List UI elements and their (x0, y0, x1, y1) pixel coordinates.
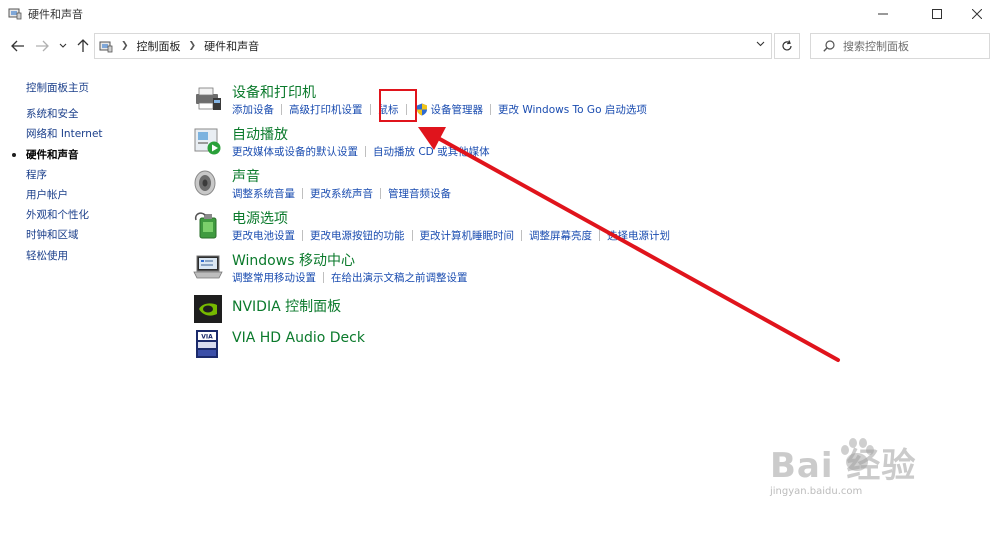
category-links: 添加设备 高级打印机设置 鼠标 设备管理器 更改 Windows To Go 启… (232, 102, 647, 117)
sidebar-item-hardware-sound[interactable]: 硬件和声音 (12, 145, 176, 165)
category-links: 调整常用移动设置 在给出演示文稿之前调整设置 (232, 270, 468, 285)
link-power-plan[interactable]: 选择电源计划 (607, 228, 670, 243)
link-windows-to-go[interactable]: 更改 Windows To Go 启动选项 (498, 102, 647, 117)
breadcrumb-control-panel[interactable]: 控制面板 (137, 38, 181, 54)
sidebar-item-appearance[interactable]: 外观和个性化 (26, 205, 176, 225)
navigation-bar: ❯ 控制面板 ❯ 硬件和声音 (0, 32, 1000, 60)
minimize-button[interactable] (860, 0, 906, 28)
category-links: 更改电池设置 更改电源按钮的功能 更改计算机睡眠时间 调整屏幕亮度 选择电源计划 (232, 228, 670, 243)
sidebar-item-system-security[interactable]: 系统和安全 (26, 104, 176, 124)
shield-icon (416, 103, 427, 116)
sidebar-item-clock-region[interactable]: 时钟和区域 (26, 225, 176, 245)
printer-icon (196, 87, 221, 110)
mobility-center-icon (193, 255, 223, 279)
sidebar-item-ease-of-access[interactable]: 轻松使用 (26, 246, 176, 266)
link-manage-audio-devices[interactable]: 管理音频设备 (388, 186, 451, 201)
link-screen-brightness[interactable]: 调整屏幕亮度 (529, 228, 592, 243)
link-divider (369, 104, 371, 115)
link-autoplay-cd[interactable]: 自动播放 CD 或其他媒体 (373, 144, 490, 159)
link-divider (281, 104, 282, 115)
link-change-system-sounds[interactable]: 更改系统声音 (310, 186, 373, 201)
link-mobility-settings[interactable]: 调整常用移动设置 (232, 270, 316, 285)
category-title[interactable]: 电源选项 (232, 208, 288, 228)
breadcrumb-hardware-sound[interactable]: 硬件和声音 (204, 38, 259, 54)
refresh-button[interactable] (774, 33, 800, 59)
link-adjust-volume[interactable]: 调整系统音量 (232, 186, 295, 201)
category-title[interactable]: Windows 移动中心 (232, 250, 355, 270)
arrow-up-icon (77, 39, 89, 52)
link-presentation-settings[interactable]: 在给出演示文稿之前调整设置 (331, 270, 468, 285)
control-panel-icon (99, 41, 113, 52)
category-links: 调整系统音量 更改系统声音 管理音频设备 (232, 186, 451, 201)
link-divider (521, 230, 522, 241)
sidebar-item-user-accounts[interactable]: 用户帐户 (26, 185, 176, 205)
close-button[interactable] (954, 0, 1000, 28)
sidebar-item-network[interactable]: 网络和 Internet (26, 124, 176, 144)
search-box[interactable] (810, 33, 990, 59)
svg-text:VIA: VIA (201, 334, 213, 341)
maximize-icon (932, 9, 942, 19)
up-button[interactable] (73, 36, 93, 56)
window-title: 硬件和声音 (28, 8, 83, 21)
address-bar[interactable]: ❯ 控制面板 ❯ 硬件和声音 (94, 33, 772, 59)
sidebar: 控制面板主页 系统和安全 网络和 Internet 硬件和声音 程序 用户帐户 … (12, 78, 176, 266)
category-title[interactable]: 设备和打印机 (232, 82, 316, 102)
link-add-device[interactable]: 添加设备 (232, 102, 274, 117)
back-button[interactable] (8, 36, 28, 56)
control-panel-icon (8, 8, 22, 20)
search-input[interactable] (843, 39, 983, 53)
chevron-right-icon: ❯ (188, 41, 197, 51)
watermark: Bai 经验 jingyan.baidu.com (770, 438, 990, 538)
speaker-icon (194, 170, 216, 196)
title-bar: 硬件和声音 (0, 0, 1000, 28)
link-sleep-time[interactable]: 更改计算机睡眠时间 (420, 228, 515, 243)
via-audio-icon: VIA (196, 330, 218, 358)
recent-locations-button[interactable] (56, 36, 70, 56)
sidebar-item-home[interactable]: 控制面板主页 (26, 78, 176, 98)
link-change-default-media[interactable]: 更改媒体或设备的默认设置 (232, 144, 358, 159)
minimize-icon (878, 13, 888, 15)
autoplay-icon (194, 128, 221, 155)
close-icon (972, 9, 982, 19)
category-links: 更改媒体或设备的默认设置 自动播放 CD 或其他媒体 (232, 144, 490, 159)
highlight-box (379, 89, 417, 122)
link-divider (323, 272, 324, 283)
chevron-right-icon: ❯ (121, 41, 129, 51)
link-device-manager[interactable]: 设备管理器 (431, 102, 484, 117)
category-title[interactable]: 自动播放 (232, 124, 288, 144)
nvidia-icon (194, 295, 222, 323)
chevron-down-icon[interactable] (756, 41, 765, 47)
forward-button[interactable] (32, 36, 52, 56)
search-icon (823, 40, 835, 52)
watermark-logo: Bai 经验 (770, 446, 917, 486)
link-divider (411, 230, 413, 241)
category-title[interactable]: VIA HD Audio Deck (232, 330, 365, 346)
watermark-url: jingyan.baidu.com (770, 486, 863, 497)
sidebar-item-programs[interactable]: 程序 (26, 165, 176, 185)
chevron-down-icon (59, 43, 67, 48)
category-title[interactable]: NVIDIA 控制面板 (232, 296, 341, 316)
link-power-button[interactable]: 更改电源按钮的功能 (310, 228, 405, 243)
arrow-right-icon (36, 40, 49, 52)
link-divider (380, 188, 381, 199)
link-divider (490, 104, 491, 115)
link-battery-settings[interactable]: 更改电池设置 (232, 228, 295, 243)
link-divider (302, 230, 303, 241)
link-divider (599, 230, 600, 241)
link-divider (302, 188, 303, 199)
refresh-icon (782, 40, 792, 51)
category-title[interactable]: 声音 (232, 166, 260, 186)
power-icon (194, 212, 217, 239)
arrow-left-icon (11, 40, 24, 52)
link-divider (365, 146, 366, 157)
link-advanced-printer-setup[interactable]: 高级打印机设置 (289, 102, 363, 117)
